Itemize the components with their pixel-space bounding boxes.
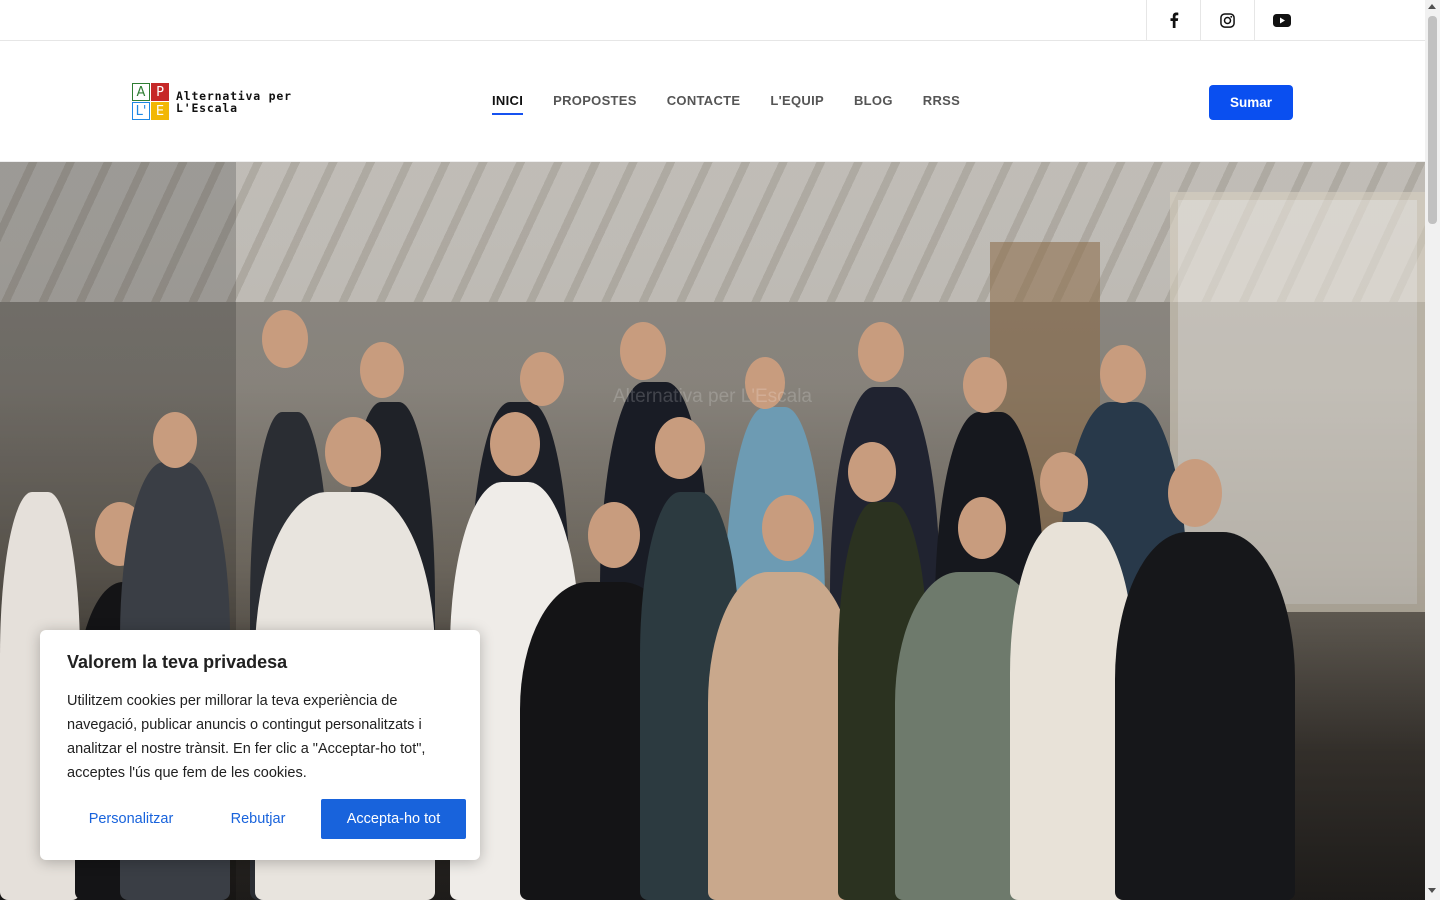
top-social-bar: [0, 0, 1425, 41]
scroll-up-arrow-icon[interactable]: [1428, 4, 1436, 9]
hero-title: Alternativa per L'Escala: [612, 386, 812, 407]
logo-mark: A P L' E: [132, 83, 169, 120]
facebook-icon: [1170, 12, 1178, 28]
page-scrollbar[interactable]: [1425, 0, 1440, 900]
scroll-thumb[interactable]: [1428, 16, 1437, 224]
nav-item-propostes[interactable]: PROPOSTES: [553, 93, 637, 115]
cookie-buttons: Personalitzar Rebutjar Accepta-ho tot: [67, 799, 466, 839]
site-logo[interactable]: A P L' E Alternativa per L'Escala: [132, 83, 292, 120]
nav-item-rrss[interactable]: RRSS: [923, 93, 960, 115]
cookie-customize-button[interactable]: Personalitzar: [67, 799, 195, 839]
instagram-link[interactable]: [1200, 0, 1254, 40]
nav-item-inici[interactable]: INICI: [492, 93, 524, 115]
logo-line-2: L'Escala: [176, 100, 238, 115]
logo-text: Alternativa per L'Escala: [176, 90, 292, 114]
facebook-link[interactable]: [1146, 0, 1200, 40]
sumar-button[interactable]: Sumar: [1209, 85, 1293, 120]
scroll-down-arrow-icon[interactable]: [1428, 888, 1436, 893]
cookie-title: Valorem la teva privadesa: [67, 652, 288, 672]
instagram-icon: [1220, 12, 1235, 28]
nav-item-blog[interactable]: BLOG: [854, 93, 893, 115]
cookie-text: Utilitzem cookies per millorar la teva e…: [67, 693, 426, 781]
logo-letter-p: P: [151, 83, 169, 101]
logo-letter-l: L': [132, 102, 150, 120]
main-nav: INICI PROPOSTES CONTACTE L'EQUIP BLOG RR…: [492, 93, 960, 115]
youtube-link[interactable]: [1254, 0, 1308, 40]
youtube-icon: [1272, 13, 1291, 27]
logo-letter-e: E: [151, 102, 169, 120]
logo-letter-a: A: [132, 83, 150, 101]
site-header: A P L' E Alternativa per L'Escala INICI …: [0, 41, 1425, 162]
cookie-accept-all-button[interactable]: Accepta-ho tot: [321, 799, 466, 839]
cookie-consent-dialog: Valorem la teva privadesa Utilitzem cook…: [40, 630, 480, 860]
nav-item-lequip[interactable]: L'EQUIP: [770, 93, 824, 115]
logo-line-1: Alternativa per: [176, 88, 292, 103]
cookie-reject-button[interactable]: Rebutjar: [209, 799, 307, 839]
nav-item-contacte[interactable]: CONTACTE: [667, 93, 741, 115]
